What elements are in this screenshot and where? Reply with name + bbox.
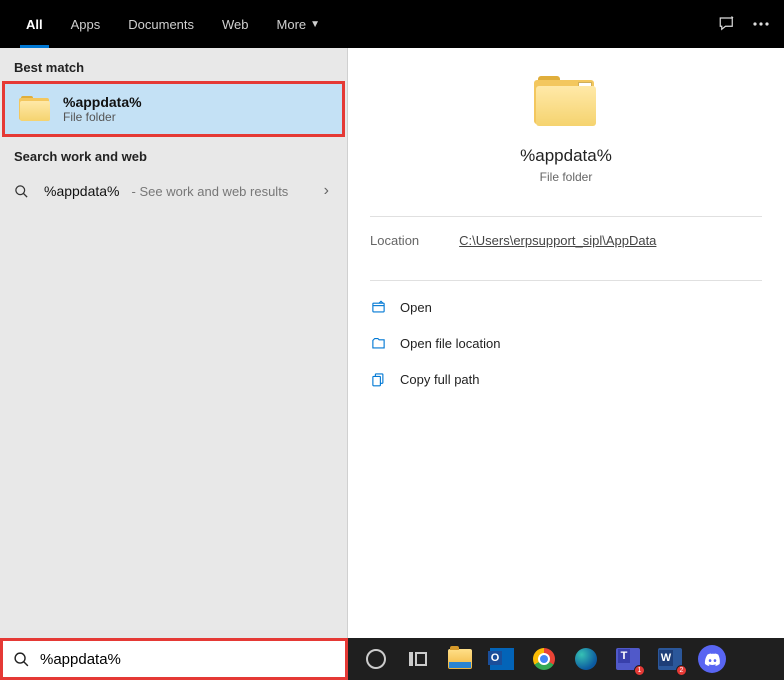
notification-badge: 2	[676, 665, 687, 676]
preview-pane: %appdata% File folder Location C:\Users\…	[348, 48, 784, 680]
options-icon[interactable]	[752, 21, 770, 27]
action-open-location[interactable]: Open file location	[370, 327, 762, 359]
web-result-row[interactable]: %appdata% - See work and web results ›	[0, 170, 347, 212]
open-location-icon	[370, 335, 386, 351]
best-match-title: %appdata%	[63, 94, 142, 110]
action-copy-path[interactable]: Copy full path	[370, 363, 762, 395]
action-open-label: Open	[400, 300, 432, 315]
teams-button[interactable]: T 1	[612, 643, 644, 675]
location-path[interactable]: C:\Users\erpsupport_sipl\AppData	[459, 233, 656, 248]
cortana-button[interactable]	[360, 643, 392, 675]
search-filter-tabs: All Apps Documents Web More ▼	[0, 0, 784, 48]
cortana-icon	[366, 649, 386, 669]
tab-all[interactable]: All	[12, 0, 57, 48]
section-work-web: Search work and web	[0, 137, 347, 170]
word-button[interactable]: W 2	[654, 643, 686, 675]
tab-web[interactable]: Web	[208, 0, 263, 48]
tab-more-label: More	[277, 17, 307, 32]
notification-badge: 1	[634, 665, 645, 676]
action-copy-path-label: Copy full path	[400, 372, 480, 387]
search-icon	[14, 184, 32, 199]
web-result-hint: - See work and web results	[132, 184, 289, 199]
tab-more[interactable]: More ▼	[263, 0, 335, 48]
edge-icon	[575, 648, 597, 670]
file-explorer-button[interactable]	[444, 643, 476, 675]
copy-icon	[370, 371, 386, 387]
best-match-result[interactable]: %appdata% File folder	[2, 81, 345, 137]
task-view-button[interactable]	[402, 643, 434, 675]
folder-large-icon	[534, 76, 598, 128]
search-box[interactable]	[0, 638, 348, 680]
chrome-icon	[533, 648, 555, 670]
action-open[interactable]: Open	[370, 291, 762, 323]
outlook-icon: O	[490, 648, 514, 670]
edge-button[interactable]	[570, 643, 602, 675]
preview-title: %appdata%	[520, 146, 612, 166]
chevron-right-icon[interactable]: ›	[324, 182, 333, 200]
outlook-button[interactable]: O	[486, 643, 518, 675]
action-open-location-label: Open file location	[400, 336, 500, 351]
section-best-match: Best match	[0, 48, 347, 81]
tab-documents[interactable]: Documents	[114, 0, 208, 48]
taskbar: O T 1 W 2	[348, 638, 784, 680]
preview-subtitle: File folder	[540, 170, 593, 184]
chrome-button[interactable]	[528, 643, 560, 675]
web-result-query: %appdata%	[44, 183, 120, 199]
tab-apps[interactable]: Apps	[57, 0, 115, 48]
feedback-icon[interactable]	[718, 15, 736, 33]
search-input[interactable]	[40, 651, 335, 668]
best-match-subtitle: File folder	[63, 110, 142, 124]
folder-icon	[19, 96, 51, 122]
best-match-text: %appdata% File folder	[63, 94, 142, 124]
actions-list: Open Open file location Copy full path	[348, 281, 784, 405]
task-view-icon	[409, 652, 427, 666]
discord-button[interactable]	[696, 643, 728, 675]
results-pane: Best match %appdata% File folder Search …	[0, 48, 348, 680]
discord-icon	[698, 645, 726, 673]
chevron-down-icon: ▼	[310, 19, 320, 30]
open-icon	[370, 299, 386, 315]
file-explorer-icon	[448, 649, 472, 669]
location-row: Location C:\Users\erpsupport_sipl\AppDat…	[348, 217, 784, 264]
location-label: Location	[370, 233, 419, 248]
search-icon	[13, 651, 30, 668]
